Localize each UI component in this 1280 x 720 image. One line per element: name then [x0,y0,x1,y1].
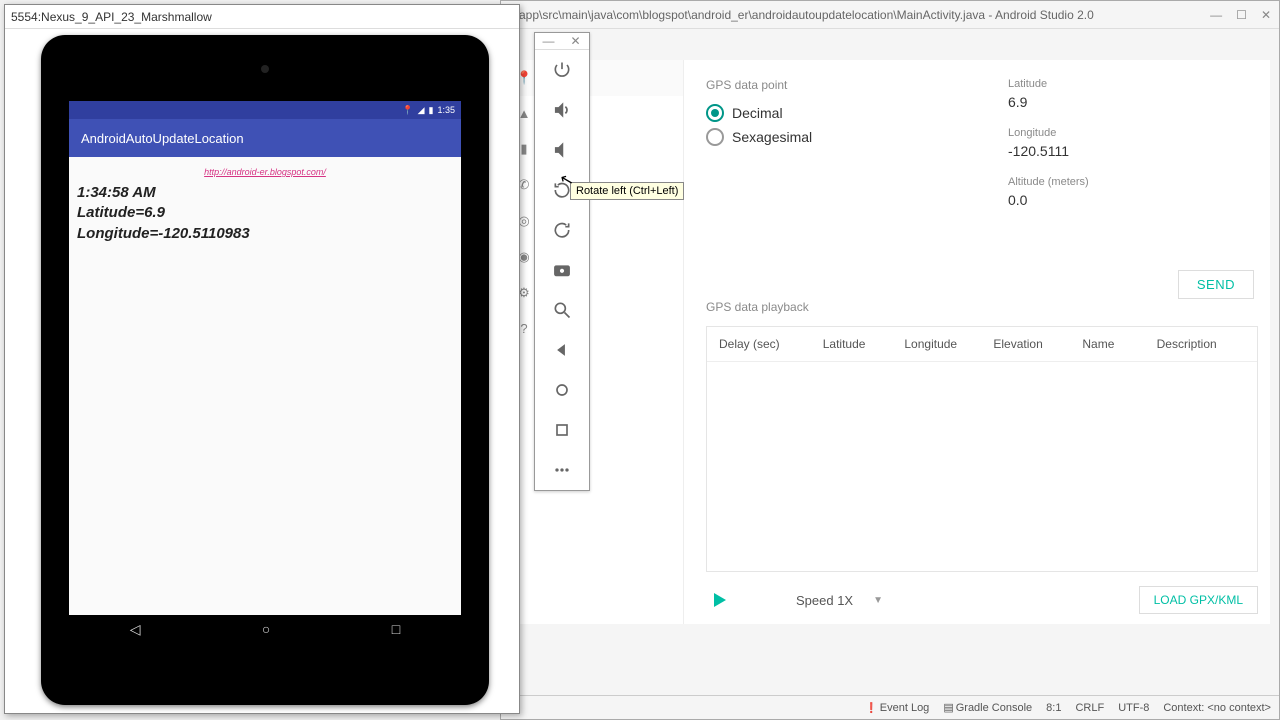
chevron-down-icon: ▼ [873,595,883,606]
more-button[interactable] [535,450,589,490]
th-lon: Longitude [904,337,985,351]
th-name: Name [1082,337,1148,351]
radio-on-icon [706,104,724,122]
app-content: http://android-er.blogspot.com/ 1:34:58 … [69,157,461,250]
emulator-toolbar: — ✕ [534,32,590,491]
app-title: AndroidAutoUpdateLocation [81,131,244,146]
line-ending: CRLF [1075,702,1104,714]
th-delay: Delay (sec) [719,337,815,351]
th-elev: Elevation [993,337,1074,351]
rotate-left-tooltip: Rotate left (Ctrl+Left) [570,182,684,200]
device-frame: 📍 ◢ ▮ 1:35 AndroidAutoUpdateLocation htt… [41,35,489,705]
volume-down-button[interactable] [535,130,589,170]
home-button[interactable] [535,370,589,410]
battery-icon: ▮ [429,105,434,116]
nav-back-icon[interactable]: ◁ [130,621,141,638]
caret-pos: 8:1 [1046,702,1061,714]
gradle-console-link[interactable]: Gradle Console [943,701,1032,714]
playback-table-header: Delay (sec) Latitude Longitude Elevation… [707,327,1257,362]
extended-controls-location: GPS data point Decimal Sexagesimal Latit… [684,60,1270,624]
event-log-link[interactable]: Event Log [865,702,929,714]
nav-overview-icon[interactable]: □ [392,621,400,637]
rotate-right-button[interactable] [535,210,589,250]
latitude-label: Latitude [1008,78,1258,90]
altitude-label: Altitude (meters) [1008,176,1258,188]
longitude-label: Longitude [1008,127,1258,139]
longitude-input[interactable]: -120.5111 [1008,141,1258,162]
emulator-window: 5554:Nexus_9_API_23_Marshmallow 📍 ◢ ▮ 1:… [4,4,520,714]
app-lon-line: Longitude=-120.5110983 [77,224,453,244]
th-lat: Latitude [823,337,897,351]
minimize-icon[interactable]: — [1210,8,1222,22]
blog-link[interactable]: http://android-er.blogspot.com/ [77,167,453,177]
nav-home-icon[interactable]: ○ [262,621,270,637]
altitude-input[interactable]: 0.0 [1008,190,1258,211]
speed-selector[interactable]: Speed 1X ▼ [796,593,883,608]
android-statusbar: 📍 ◢ ▮ 1:35 [69,101,461,119]
play-button[interactable] [714,593,726,607]
app-time-line: 1:34:58 AM [77,183,453,203]
location-indicator-icon: 📍 [402,105,413,116]
back-button[interactable] [535,330,589,370]
th-desc: Description [1157,337,1245,351]
file-encoding: UTF-8 [1118,702,1149,714]
toolbar-close-icon[interactable]: ✕ [562,33,589,49]
app-lat-line: Latitude=6.9 [77,203,453,223]
latitude-input[interactable]: 6.9 [1008,92,1258,113]
gps-playback-label: GPS data playback [706,300,1258,314]
zoom-button[interactable] [535,290,589,330]
screenshot-button[interactable] [535,250,589,290]
studio-title-path: ...app\src\main\java\com\blogspot\androi… [509,8,1210,22]
toolbar-minimize-icon[interactable]: — [535,33,562,49]
status-time: 1:35 [437,105,455,115]
device-screen[interactable]: 📍 ◢ ▮ 1:35 AndroidAutoUpdateLocation htt… [69,101,461,643]
load-gpx-button[interactable]: LOAD GPX/KML [1139,586,1258,614]
emulator-window-title: 5554:Nexus_9_API_23_Marshmallow [5,5,519,29]
radio-sexagesimal-label: Sexagesimal [732,129,812,145]
close-icon[interactable]: ✕ [1261,8,1271,22]
radio-decimal-label: Decimal [732,105,783,121]
speed-label: Speed 1X [796,593,853,608]
context-label: Context: <no context> [1163,702,1271,714]
app-toolbar: AndroidAutoUpdateLocation [69,119,461,157]
playback-table: Delay (sec) Latitude Longitude Elevation… [706,326,1258,572]
send-button[interactable]: SEND [1178,270,1254,299]
power-button[interactable] [535,50,589,90]
window-controls: — ☐ ✕ [1210,8,1271,22]
android-navbar: ◁ ○ □ [69,615,461,643]
maximize-icon[interactable]: ☐ [1236,8,1247,22]
radio-off-icon [706,128,724,146]
signal-icon: ◢ [418,105,425,116]
studio-statusbar: Event Log Gradle Console 8:1 CRLF UTF-8 … [501,695,1279,719]
overview-button[interactable] [535,410,589,450]
studio-titlebar: ...app\src\main\java\com\blogspot\androi… [501,1,1279,29]
volume-up-button[interactable] [535,90,589,130]
